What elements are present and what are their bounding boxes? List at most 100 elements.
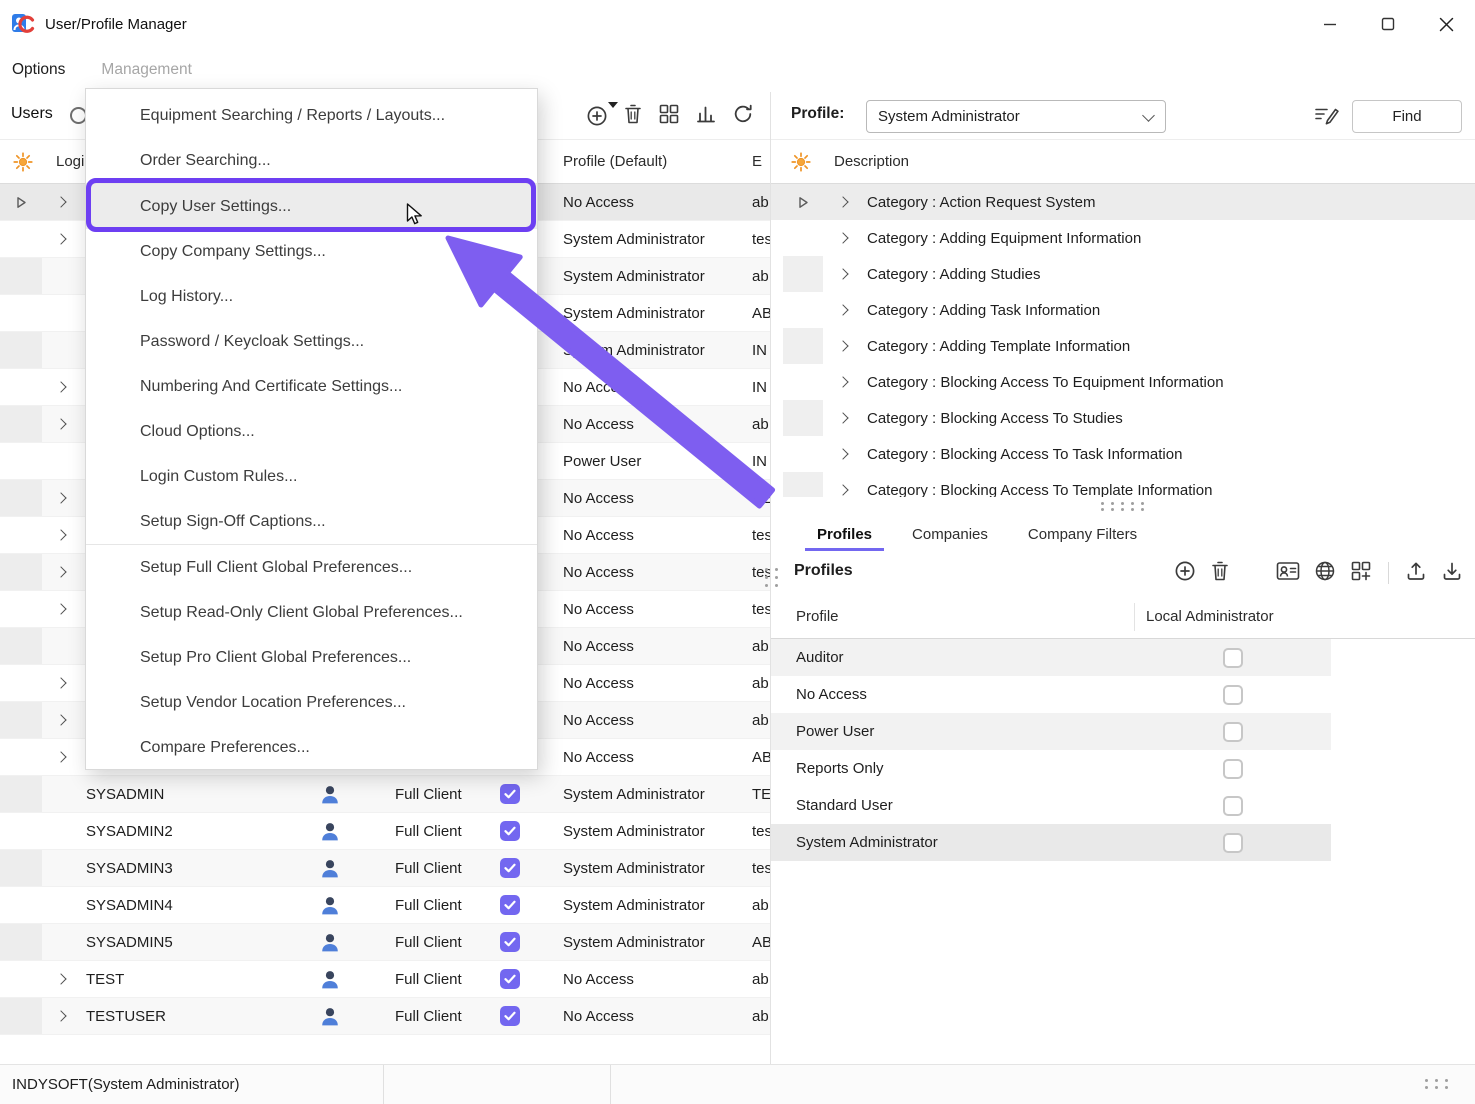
user-row[interactable]: SYSADMIN4Full ClientSystem Administrator…: [0, 887, 770, 924]
column-header-profile[interactable]: Profile: [796, 608, 839, 625]
user-row[interactable]: TESTFull ClientNo Accessab: [0, 961, 770, 998]
user-row[interactable]: TESTUSERFull ClientNo Accessab: [0, 998, 770, 1035]
delete-profile-button[interactable]: [1210, 560, 1230, 586]
menu-item-numbering-and-certificate-settings[interactable]: Numbering And Certificate Settings...: [86, 364, 537, 409]
menu-item-equipment-searching-reports-layouts[interactable]: Equipment Searching / Reports / Layouts.…: [86, 93, 537, 138]
menu-item-setup-full-client-global-preferences[interactable]: Setup Full Client Global Preferences...: [86, 545, 537, 590]
expand-chevron-icon[interactable]: [55, 566, 66, 577]
user-row[interactable]: SYSADMIN3Full ClientSystem Administrator…: [0, 850, 770, 887]
checkbox-checked[interactable]: [500, 1006, 520, 1026]
tree-row[interactable]: Category : Blocking Access To Equipment …: [771, 364, 1475, 400]
expand-cell[interactable]: [823, 270, 863, 278]
profile-row[interactable]: Reports Only: [771, 750, 1331, 787]
menu-item-compare-preferences[interactable]: Compare Preferences...: [86, 725, 537, 770]
profile-row[interactable]: Auditor: [771, 639, 1331, 676]
expand-cell[interactable]: [823, 198, 863, 206]
expand-cell[interactable]: [42, 591, 80, 627]
expand-chevron-icon[interactable]: [837, 448, 848, 459]
add-profile-button[interactable]: [1174, 560, 1196, 586]
checkbox-checked[interactable]: [500, 858, 520, 878]
expand-cell[interactable]: [823, 378, 863, 386]
checkbox-checked[interactable]: [500, 969, 520, 989]
expand-chevron-icon[interactable]: [55, 381, 66, 392]
expand-chevron-icon[interactable]: [837, 412, 848, 423]
column-header-truncated[interactable]: E: [752, 153, 762, 170]
profile-row[interactable]: Power User: [771, 713, 1331, 750]
column-header-description[interactable]: Description: [834, 153, 909, 170]
menu-management[interactable]: Management: [101, 61, 191, 79]
menu-item-copy-company-settings[interactable]: Copy Company Settings...: [86, 229, 537, 274]
menu-item-copy-user-settings[interactable]: Copy User Settings...: [86, 184, 537, 229]
tree-row[interactable]: Category : Adding Template Information: [771, 328, 1475, 364]
menu-item-setup-read-only-client-global-preferences[interactable]: Setup Read-Only Client Global Preference…: [86, 590, 537, 635]
tab-companies[interactable]: Companies: [900, 526, 1000, 551]
profile-row[interactable]: Standard User: [771, 787, 1331, 824]
checkbox-unchecked[interactable]: [1223, 833, 1243, 853]
profile-row[interactable]: System Administrator: [771, 824, 1331, 861]
menu-item-cloud-options[interactable]: Cloud Options...: [86, 409, 537, 454]
profile-select[interactable]: System Administrator: [866, 100, 1166, 133]
minimize-button[interactable]: [1301, 0, 1359, 48]
tree-row[interactable]: Category : Blocking Access To Studies: [771, 400, 1475, 436]
expand-chevron-icon[interactable]: [837, 232, 848, 243]
column-header-local-administrator[interactable]: Local Administrator: [1146, 608, 1274, 625]
expand-cell[interactable]: [823, 414, 863, 422]
checkbox-checked[interactable]: [500, 821, 520, 841]
user-row[interactable]: SYSADMIN2Full ClientSystem Administrator…: [0, 813, 770, 850]
profile-row[interactable]: No Access: [771, 676, 1331, 713]
user-row[interactable]: SYSADMINFull ClientSystem AdministratorT…: [0, 776, 770, 813]
checkbox-unchecked[interactable]: [1223, 759, 1243, 779]
menu-item-setup-pro-client-global-preferences[interactable]: Setup Pro Client Global Preferences...: [86, 635, 537, 680]
expand-cell[interactable]: [42, 739, 80, 775]
expand-chevron-icon[interactable]: [55, 751, 66, 762]
close-button[interactable]: [1417, 0, 1475, 48]
sun-icon[interactable]: [13, 152, 33, 172]
chart-button[interactable]: [695, 103, 717, 129]
tab-profiles[interactable]: Profiles: [805, 526, 884, 551]
expand-chevron-icon[interactable]: [837, 304, 848, 315]
expand-chevron-icon[interactable]: [55, 196, 66, 207]
expand-chevron-icon[interactable]: [55, 529, 66, 540]
tree-row[interactable]: Category : Blocking Access To Task Infor…: [771, 436, 1475, 472]
expand-chevron-icon[interactable]: [55, 418, 66, 429]
import-button[interactable]: [1441, 560, 1463, 586]
globe-button[interactable]: [1314, 560, 1336, 586]
horizontal-splitter[interactable]: [771, 497, 1475, 515]
sun-icon[interactable]: [791, 152, 811, 172]
delete-user-button[interactable]: [623, 103, 643, 129]
find-button[interactable]: Find: [1352, 100, 1462, 133]
contact-card-button[interactable]: [1276, 561, 1300, 585]
expand-cell[interactable]: [42, 221, 80, 257]
expand-cell[interactable]: [42, 665, 80, 701]
expand-chevron-icon[interactable]: [55, 603, 66, 614]
tree-row[interactable]: Category : Adding Equipment Information: [771, 220, 1475, 256]
expand-cell[interactable]: [823, 486, 863, 494]
menu-item-setup-sign-off-captions[interactable]: Setup Sign-Off Captions...: [86, 499, 537, 544]
expand-chevron-icon[interactable]: [55, 492, 66, 503]
resize-grip-icon[interactable]: [1425, 1079, 1451, 1089]
checkbox-unchecked[interactable]: [1223, 685, 1243, 705]
expand-cell[interactable]: [42, 406, 80, 442]
expand-cell[interactable]: [42, 961, 80, 997]
checkbox-unchecked[interactable]: [1223, 796, 1243, 816]
expand-cell[interactable]: [42, 554, 80, 590]
expand-chevron-icon[interactable]: [837, 268, 848, 279]
menu-item-log-history[interactable]: Log History...: [86, 274, 537, 319]
expand-chevron-icon[interactable]: [837, 340, 848, 351]
expand-chevron-icon[interactable]: [837, 484, 848, 495]
menu-item-login-custom-rules[interactable]: Login Custom Rules...: [86, 454, 537, 499]
expand-chevron-icon[interactable]: [837, 376, 848, 387]
export-button[interactable]: [1405, 560, 1427, 586]
checkbox-unchecked[interactable]: [1223, 722, 1243, 742]
tree-row[interactable]: Category : Adding Studies: [771, 256, 1475, 292]
menu-options[interactable]: Options: [12, 61, 65, 79]
expand-cell[interactable]: [42, 369, 80, 405]
add-user-dropdown-caret[interactable]: [608, 102, 618, 108]
tree-row[interactable]: Category : Action Request System: [771, 184, 1475, 220]
expand-cell[interactable]: [823, 306, 863, 314]
checkbox-checked[interactable]: [500, 895, 520, 915]
expand-chevron-icon[interactable]: [55, 714, 66, 725]
tree-row[interactable]: Category : Adding Task Information: [771, 292, 1475, 328]
expand-cell[interactable]: [42, 998, 80, 1034]
expand-chevron-icon[interactable]: [55, 973, 66, 984]
